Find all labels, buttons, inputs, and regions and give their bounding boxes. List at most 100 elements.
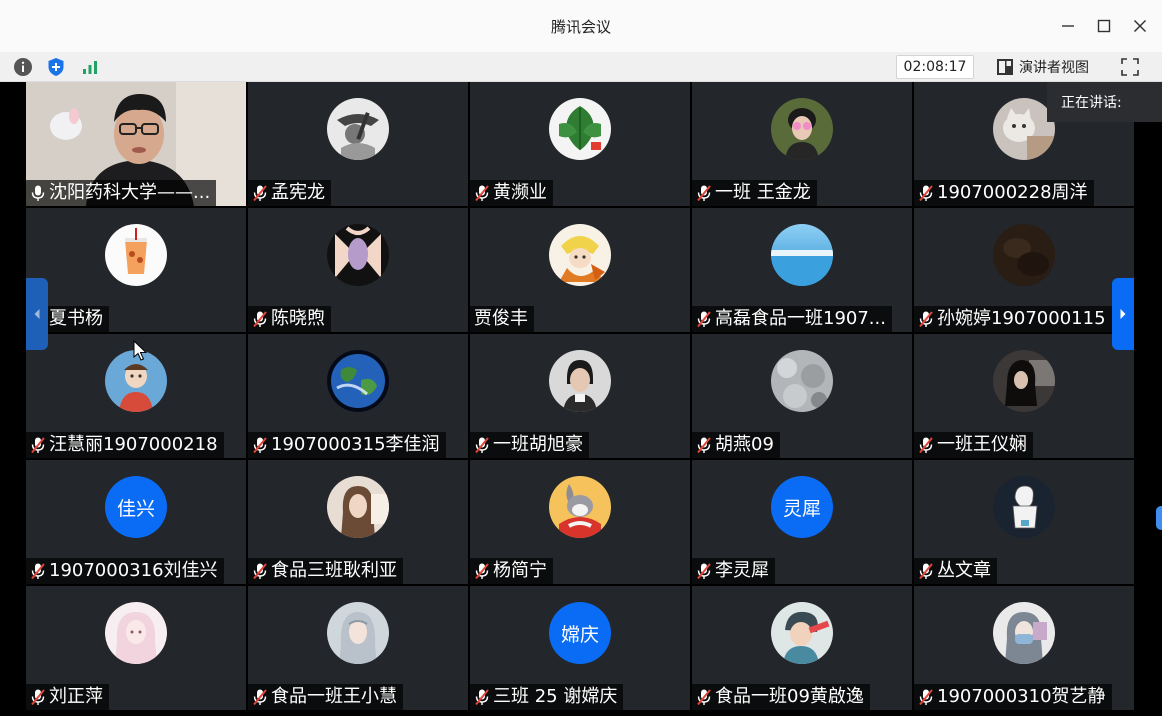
participant-name-bar: 汪慧丽1907000218 <box>26 432 224 458</box>
dark-photo-icon <box>993 224 1055 286</box>
mic-muted-icon <box>696 436 712 454</box>
fullscreen-icon <box>1121 58 1139 76</box>
participant-name-bar: 胡燕09 <box>692 432 780 458</box>
pink-anime-icon <box>105 602 167 664</box>
minimize-icon <box>1062 25 1074 27</box>
participant-tile[interactable]: 贾俊丰 <box>470 208 690 332</box>
participant-name: 夏书杨 <box>49 308 103 329</box>
participant-tile[interactable]: 杨简宁 <box>470 460 690 584</box>
maximize-button[interactable] <box>1090 12 1118 40</box>
participant-tile[interactable]: 食品三班耿利亚 <box>248 460 468 584</box>
green-leaf-icon <box>549 98 611 160</box>
participant-tile[interactable]: 灵犀李灵犀 <box>692 460 912 584</box>
mic-muted-icon <box>474 562 490 580</box>
shield-icon <box>48 58 64 76</box>
participant-tile[interactable]: 孟宪龙 <box>248 82 468 206</box>
mic-muted-icon <box>696 310 712 328</box>
drink-cup-icon <box>105 224 167 286</box>
participant-name-bar: 杨简宁 <box>470 558 553 584</box>
participant-name-bar: 沈阳药科大学——... <box>26 180 217 206</box>
participant-tile[interactable]: 孙婉婷1907000115 <box>914 208 1134 332</box>
participant-tile[interactable]: 丛文章 <box>914 460 1134 584</box>
mic-muted-icon <box>30 688 46 706</box>
participant-tile[interactable]: 嫦庆三班 25 谢嫦庆 <box>470 586 690 710</box>
mic-muted-icon <box>918 562 934 580</box>
participant-tile[interactable]: 胡燕09 <box>692 334 912 458</box>
mic-muted-icon <box>252 310 268 328</box>
participant-name: 1907000315李佳润 <box>271 434 440 455</box>
participant-name: 食品一班09黄啟逸 <box>715 686 864 707</box>
avatar-initials: 嫦庆 <box>549 602 611 664</box>
close-button[interactable] <box>1126 12 1154 40</box>
sketch-girl-icon <box>993 476 1055 538</box>
participant-tile[interactable]: 1907000315李佳润 <box>248 334 468 458</box>
participant-name-bar: 食品一班王小慧 <box>248 684 403 710</box>
participant-tile[interactable]: 夏书杨 <box>26 208 246 332</box>
participant-name-bar: 一班 王金龙 <box>692 180 817 206</box>
participant-name-bar: 食品三班耿利亚 <box>248 558 403 584</box>
participant-tile[interactable]: 陈晓煦 <box>248 208 468 332</box>
portrait-icon <box>549 350 611 412</box>
presenter-view-button[interactable]: 演讲者视图 <box>996 55 1100 79</box>
minimize-button[interactable] <box>1054 12 1082 40</box>
mic-muted-icon <box>696 184 712 202</box>
participant-name-bar: 高磊食品一班1907... <box>692 306 892 332</box>
bw-guitar-icon <box>327 98 389 160</box>
participant-name-bar: 1907000310贺艺静 <box>914 684 1112 710</box>
mic-muted-icon <box>252 562 268 580</box>
mic-muted-icon <box>474 436 490 454</box>
participant-tile[interactable]: 一班王仪娴 <box>914 334 1134 458</box>
mic-muted-icon <box>30 562 46 580</box>
participant-name: 三班 25 谢嫦庆 <box>493 686 618 707</box>
participant-tile[interactable]: 刘正萍 <box>26 586 246 710</box>
participant-tile[interactable]: 一班胡旭豪 <box>470 334 690 458</box>
speaking-indicator: 正在讲话: <box>1047 82 1162 122</box>
mic-muted-icon <box>474 184 490 202</box>
participant-name: 食品三班耿利亚 <box>271 560 397 581</box>
participant-name: 丛文章 <box>937 560 991 581</box>
participant-name-bar: 1907000315李佳润 <box>248 432 446 458</box>
mic-muted-icon <box>30 436 46 454</box>
cartoon-fox-icon <box>549 224 611 286</box>
participant-name-bar: 李灵犀 <box>692 558 775 584</box>
participant-tile[interactable]: 一班 王金龙 <box>692 82 912 206</box>
participant-tile[interactable]: 食品一班09黄啟逸 <box>692 586 912 710</box>
participant-name-bar: 刘正萍 <box>26 684 109 710</box>
network-status-button[interactable] <box>79 56 101 78</box>
participant-name-bar: 一班王仪娴 <box>914 432 1033 458</box>
info-button[interactable] <box>12 56 34 78</box>
mic-muted-icon <box>252 688 268 706</box>
info-icon <box>14 58 32 76</box>
rock-texture-icon <box>771 350 833 412</box>
floating-handle[interactable] <box>1156 506 1162 530</box>
participant-tile[interactable]: 食品一班王小慧 <box>248 586 468 710</box>
participant-name-bar: 贾俊丰 <box>470 306 534 332</box>
meeting-timer: 02:08:17 <box>896 55 974 79</box>
prev-page-button[interactable] <box>26 278 48 350</box>
participant-name: 汪慧丽1907000218 <box>49 434 218 455</box>
participant-name: 胡燕09 <box>715 434 774 455</box>
participant-tile[interactable]: 1907000310贺艺静 <box>914 586 1134 710</box>
participant-name: 1907000310贺艺静 <box>937 686 1106 707</box>
girl-mask-icon <box>993 602 1055 664</box>
close-icon <box>1133 19 1147 33</box>
mic-muted-icon <box>474 688 490 706</box>
participant-tile[interactable]: 沈阳药科大学——... <box>26 82 246 206</box>
anime-long-hair-icon <box>327 602 389 664</box>
earth-icon <box>327 350 389 412</box>
avatar-initials: 灵犀 <box>771 476 833 538</box>
mouse-cursor-icon <box>133 340 148 361</box>
fullscreen-button[interactable] <box>1118 56 1142 78</box>
participant-tile[interactable]: 高磊食品一班1907... <box>692 208 912 332</box>
meeting-toolbar: 02:08:17 演讲者视图 <box>0 52 1162 82</box>
boy-illustration-icon <box>771 602 833 664</box>
participant-tile[interactable]: 佳兴 1907000316刘佳兴 <box>26 460 246 584</box>
participant-tile[interactable]: 黄濒业 <box>470 82 690 206</box>
cat-photo-icon <box>993 98 1055 160</box>
participant-name-bar: 一班胡旭豪 <box>470 432 589 458</box>
next-page-button[interactable] <box>1112 278 1134 350</box>
chevron-right-icon <box>1120 309 1126 319</box>
mic-muted-icon <box>252 436 268 454</box>
security-button[interactable] <box>45 56 67 78</box>
mic-muted-icon <box>918 310 934 328</box>
